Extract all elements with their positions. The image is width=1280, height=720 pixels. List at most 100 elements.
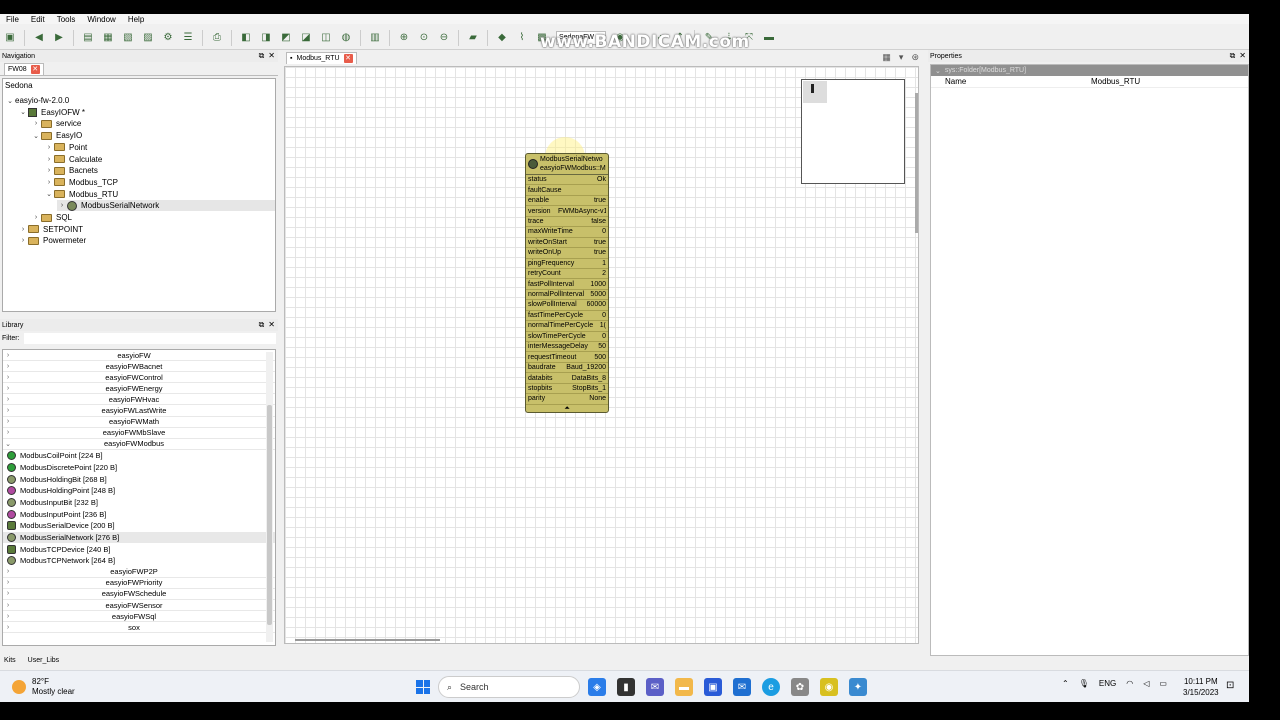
chevron-right-icon[interactable]: › (3, 579, 13, 586)
library-scroll-thumb[interactable] (267, 405, 272, 625)
chevron-right-icon[interactable]: › (44, 144, 54, 151)
chevron-right-icon[interactable]: › (3, 385, 13, 392)
component-row[interactable]: ModbusCoilPoint [224 B] (3, 450, 275, 462)
slot-row[interactable]: interMessageDelay 50 (526, 342, 608, 353)
print-icon[interactable]: ⎙ (210, 31, 224, 45)
kit-row[interactable]: › easyioFWPriority (3, 578, 275, 589)
chevron-right-icon[interactable]: › (3, 363, 13, 370)
app-icon[interactable]: ✿ (791, 678, 809, 696)
tree-node[interactable]: › service (31, 118, 82, 129)
float-icon[interactable]: ⧉ (259, 51, 265, 61)
tree-node[interactable]: › ModbusSerialNetwork (57, 200, 275, 212)
properties-header[interactable]: ⌄ sys::Folder[Modbus_RTU] (931, 65, 1248, 76)
tab-user-libs[interactable]: User_Libs (28, 657, 60, 664)
tag-icon[interactable]: ◆ (495, 31, 509, 45)
slot-row[interactable]: slowPollInterval 60000 (526, 300, 608, 311)
back-icon[interactable]: ◀ (32, 31, 46, 45)
language-indicator[interactable]: ENG (1099, 679, 1116, 688)
link-icon[interactable]: ⚙ (161, 31, 175, 45)
chevron-down-icon[interactable]: ⌄ (5, 97, 15, 105)
network-app-icon[interactable]: ✦ (849, 678, 867, 696)
menu-help[interactable]: Help (122, 15, 150, 24)
tab-kits[interactable]: Kits (4, 657, 16, 664)
slot-row[interactable]: fastPollInterval 1000 (526, 279, 608, 290)
float-icon[interactable]: ⧉ (1230, 51, 1236, 61)
store-icon[interactable]: ▣ (704, 678, 722, 696)
chevron-right-icon[interactable]: › (3, 613, 13, 620)
minimap-viewport[interactable] (803, 81, 827, 103)
slot-row[interactable]: baudrate Baud_19200 (526, 363, 608, 374)
vertical-scrollbar[interactable] (915, 93, 918, 233)
tree-node[interactable]: › Powermeter (18, 235, 86, 246)
chevron-right-icon[interactable]: › (3, 602, 13, 609)
slot-row[interactable]: fastTimePerCycle 0 (526, 311, 608, 322)
kit-row[interactable]: › easyioFWSchedule (3, 589, 275, 600)
teams-icon[interactable]: ✉ (646, 678, 664, 696)
tree-node[interactable]: › SQL (31, 212, 72, 223)
chevron-down-icon[interactable]: ⌄ (18, 108, 28, 116)
component-row[interactable]: ModbusTCPNetwork [264 B] (3, 555, 275, 567)
kit-row[interactable]: › easyioFWHvac (3, 394, 275, 406)
zoom-out-icon[interactable]: ⊖ (437, 31, 451, 45)
kit-row[interactable]: › easyioFWEnergy (3, 383, 275, 395)
minimap[interactable] (801, 79, 905, 184)
chevron-right-icon[interactable]: › (31, 214, 41, 221)
wiresheet-canvas[interactable]: ModbusSerialNetwo easyioFWModbus::M stat… (284, 66, 919, 644)
float-icon[interactable]: ⧉ (259, 320, 265, 330)
copilot-icon[interactable]: ◈ (588, 678, 606, 696)
modbus-serial-network-component[interactable]: ModbusSerialNetwo easyioFWModbus::M stat… (525, 153, 609, 413)
tree-node[interactable]: › SETPOINT (18, 224, 83, 235)
component-row[interactable]: ModbusInputPoint [236 B] (3, 508, 275, 520)
chevron-right-icon[interactable]: › (18, 226, 28, 233)
chevron-right-icon[interactable]: › (3, 568, 13, 575)
chevron-right-icon[interactable]: › (3, 374, 13, 381)
align-icon[interactable]: ▥ (368, 31, 382, 45)
expand-icon[interactable]: ⏶ (526, 405, 608, 415)
volume-icon[interactable]: ◁ (1143, 679, 1149, 688)
slot-row[interactable]: faultCause (526, 185, 608, 196)
rename-icon[interactable]: ◫ (319, 31, 333, 45)
close-icon[interactable]: ✕ (1239, 51, 1246, 61)
weather-widget[interactable]: 82°F Mostly clear (12, 677, 75, 697)
kit-row[interactable]: › easyioFW (3, 350, 275, 362)
chevron-right-icon[interactable]: › (3, 429, 13, 436)
zoom-icon[interactable]: ⊙ (417, 31, 431, 45)
chevron-right-icon[interactable]: › (57, 202, 67, 209)
component-row[interactable]: ModbusSerialNetwork [276 B] (3, 531, 275, 544)
chevron-right-icon[interactable]: › (3, 407, 13, 414)
kit-row[interactable]: › easyioFWBacnet (3, 361, 275, 373)
cps-icon[interactable]: ◉ (820, 678, 838, 696)
battery-icon[interactable]: ▭ (1159, 679, 1167, 688)
list-icon[interactable]: ☰ (181, 31, 195, 45)
menu-file[interactable]: File (0, 15, 25, 24)
tree-node[interactable]: › Point (44, 142, 87, 153)
tree-node[interactable]: ⌄ Modbus_RTU (44, 189, 118, 200)
component-row[interactable]: ModbusDiscretePoint [220 B] (3, 462, 275, 474)
microphone-icon[interactable]: 🎙 (1079, 679, 1089, 688)
component-row[interactable]: ModbusSerialDevice [200 B] (3, 520, 275, 532)
slot-row[interactable]: writeOnUp true (526, 248, 608, 259)
slot-row[interactable]: writeOnStart true (526, 238, 608, 249)
tree-node[interactable]: ⌄ easyio-fw-2.0.0 (5, 95, 69, 106)
file-explorer-icon[interactable]: ▬ (675, 678, 693, 696)
forward-icon[interactable]: ▶ (52, 31, 66, 45)
tab-fw08[interactable]: FW08 ✕ (4, 63, 44, 75)
kit-row[interactable]: › easyioFWLastWrite (3, 405, 275, 417)
delete-icon[interactable]: ◪ (299, 31, 313, 45)
chevron-right-icon[interactable]: › (44, 167, 54, 174)
tab-modbus-rtu[interactable]: ▪ Modbus_RTU ✕ (286, 52, 357, 64)
chevron-down-icon[interactable]: ⌄ (31, 132, 41, 140)
close-icon[interactable]: ✕ (268, 51, 275, 61)
menu-edit[interactable]: Edit (25, 15, 51, 24)
tree-node[interactable]: › Bacnets (44, 165, 98, 176)
task-view-icon[interactable]: ▮ (617, 678, 635, 696)
binoculars-icon[interactable]: ◍ (339, 31, 353, 45)
kit-row[interactable]: ⌄ easyioFWModbus (3, 439, 275, 450)
app-icon[interactable]: ▣ (3, 31, 17, 45)
component-row[interactable]: ModbusHoldingPoint [248 B] (3, 485, 275, 497)
taskbar-search[interactable]: ⌕ Search (438, 676, 580, 698)
chevron-up-icon[interactable]: ⌃ (1062, 679, 1069, 688)
edge-icon[interactable]: e (762, 678, 780, 696)
chevron-right-icon[interactable]: › (3, 624, 13, 631)
zoom-in-icon[interactable]: ⊕ (397, 31, 411, 45)
